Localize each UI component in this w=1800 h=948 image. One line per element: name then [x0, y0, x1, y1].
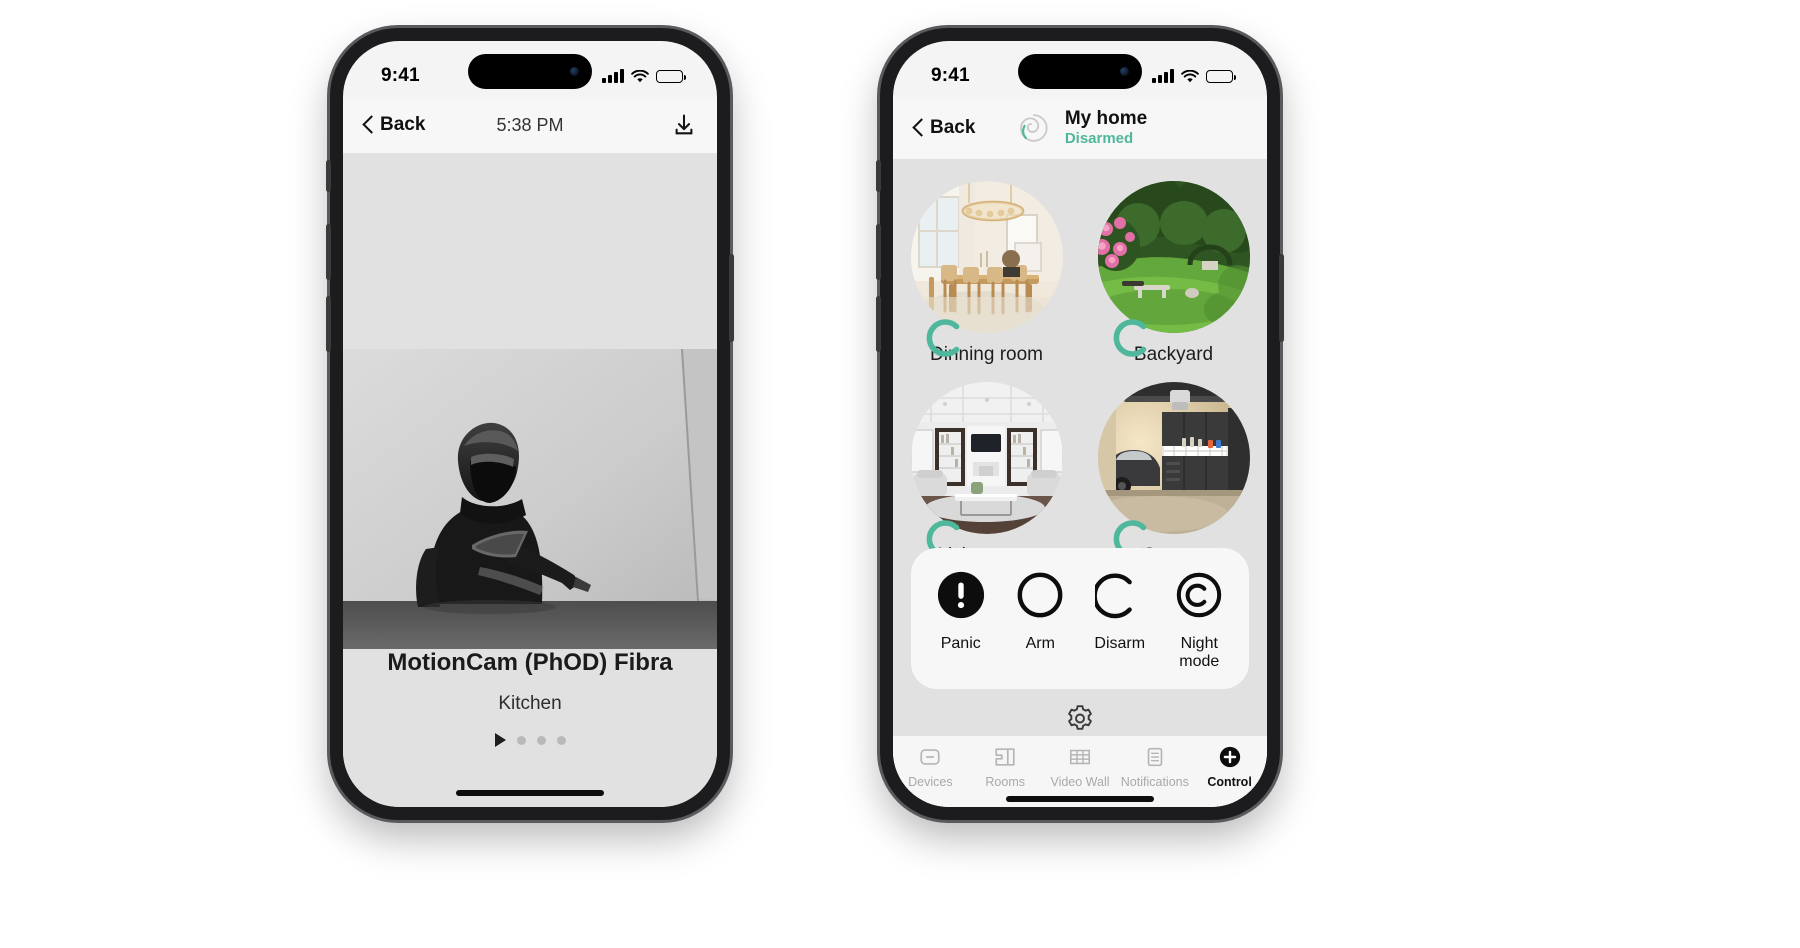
play-triangle-icon[interactable] [494, 733, 506, 747]
camera-frame-image[interactable] [343, 349, 717, 649]
tab-label: Devices [908, 775, 953, 789]
dynamic-island [1018, 54, 1142, 89]
home-indicator[interactable] [456, 790, 604, 796]
control-button-night-mode[interactable]: Night mode [1160, 568, 1240, 671]
control-button-panic[interactable]: Panic [921, 568, 1001, 653]
device-minus-icon [896, 744, 964, 770]
gear-icon[interactable] [1064, 703, 1096, 735]
back-label: Back [930, 117, 976, 138]
tab-label: Rooms [985, 775, 1025, 789]
security-control-card: Panic Arm Disarm Night mode [911, 548, 1249, 689]
silent-switch[interactable] [876, 160, 881, 192]
pager-dot[interactable] [556, 735, 566, 745]
room-card-backyard[interactable]: Backyard [1094, 181, 1254, 366]
status-time: 9:41 [931, 65, 970, 86]
power-button[interactable] [729, 254, 734, 342]
phone-right-device: 9:41 Back My home Disarmed Dinning room … [876, 28, 1284, 820]
home-title-badge[interactable]: My home Disarmed [1013, 107, 1147, 149]
room-thumbnail[interactable] [1097, 181, 1250, 333]
wifi-icon [1181, 69, 1199, 82]
tab-control[interactable]: Control [1196, 744, 1264, 789]
volume-up-button[interactable] [876, 224, 881, 280]
control-screen-body: Dinning room Backyard Panic Arm Disarm N… [893, 159, 1267, 807]
settings-row [893, 703, 1267, 735]
screenshot-canvas: 9:41 Back 5:38 PM MotionCam (PhOD) Fibra… [0, 0, 1800, 948]
tab-rooms[interactable]: Rooms [971, 744, 1039, 789]
plus-circle-filled-icon [1196, 744, 1264, 770]
home-state-label: Disarmed [1064, 130, 1134, 148]
control-label: Night mode [1179, 635, 1220, 670]
pager-dot[interactable] [516, 735, 526, 745]
tab-notifications[interactable]: Notifications [1121, 744, 1189, 789]
phone-left-screen: 9:41 Back 5:38 PM MotionCam (PhOD) Fibra… [343, 41, 717, 807]
back-label: Back [380, 114, 426, 135]
control-label: Disarm [1094, 635, 1146, 652]
chevron-left-icon [363, 116, 374, 135]
device-name: MotionCam (PhOD) Fibra [387, 649, 673, 676]
room-card-dinning-room[interactable]: Dinning room [907, 181, 1067, 366]
page-indicator[interactable] [343, 733, 717, 747]
control-button-disarm[interactable]: Disarm [1080, 568, 1160, 653]
control-button-arm[interactable]: Arm [1001, 568, 1081, 653]
room-card-garage[interactable]: Garage [1094, 382, 1254, 567]
status-time: 9:41 [381, 65, 420, 86]
download-icon[interactable] [671, 112, 697, 138]
cellular-signal-icon [1152, 68, 1174, 83]
event-detail-body: MotionCam (PhOD) Fibra Kitchen [343, 153, 717, 807]
pager-dot[interactable] [536, 735, 546, 745]
tab-label: Notifications [1120, 775, 1189, 789]
night-mode-double-circle-icon [1172, 568, 1226, 622]
battery-full-icon [1206, 69, 1237, 83]
phone-right-screen: 9:41 Back My home Disarmed Dinning room … [893, 41, 1267, 807]
power-button[interactable] [1279, 254, 1284, 342]
back-button[interactable]: Back [913, 117, 975, 139]
nav-bar-right: Back My home Disarmed [893, 97, 1267, 159]
arm-circle-icon [1013, 568, 1067, 622]
control-label: Panic [940, 635, 981, 652]
control-label: Arm [1025, 635, 1055, 652]
battery-full-icon [656, 69, 687, 83]
disarmed-arc-icon [926, 319, 959, 357]
panic-exclamation-icon [934, 568, 988, 622]
disarm-open-circle-icon [1093, 568, 1147, 622]
tab-label: Video Wall [1050, 775, 1110, 789]
home-indicator[interactable] [1006, 796, 1154, 802]
room-thumbnail[interactable] [1097, 382, 1250, 534]
volume-down-button[interactable] [326, 296, 331, 352]
back-button[interactable]: Back [363, 114, 425, 136]
tab-video-wall[interactable]: Video Wall [1046, 744, 1114, 789]
chevron-left-icon [913, 119, 924, 138]
room-thumbnail[interactable] [910, 181, 1063, 333]
wifi-icon [631, 69, 649, 82]
volume-down-button[interactable] [876, 296, 881, 352]
phone-left-device: 9:41 Back 5:38 PM MotionCam (PhOD) Fibra… [326, 28, 734, 820]
tab-label: Control [1207, 775, 1252, 789]
disarmed-arc-icon [1113, 319, 1146, 357]
dynamic-island [468, 54, 592, 89]
cellular-signal-icon [602, 68, 624, 83]
volume-up-button[interactable] [326, 224, 331, 280]
room-thumbnail[interactable] [910, 382, 1063, 534]
device-room: Kitchen [498, 693, 562, 714]
nav-bar-left: Back 5:38 PM [343, 97, 717, 153]
document-lines-icon [1121, 744, 1189, 770]
rooms-grid: Dinning room Backyard [893, 181, 1267, 567]
event-caption: MotionCam (PhOD) Fibra Kitchen [343, 649, 717, 715]
room-card-living-room[interactable]: Living room [907, 382, 1067, 567]
tab-devices[interactable]: Devices [896, 744, 964, 789]
floorplan-icon [971, 744, 1039, 770]
home-name: My home [1064, 107, 1148, 129]
spiral-hub-icon [1013, 107, 1055, 149]
silent-switch[interactable] [326, 160, 331, 192]
grid-icon [1046, 744, 1114, 770]
